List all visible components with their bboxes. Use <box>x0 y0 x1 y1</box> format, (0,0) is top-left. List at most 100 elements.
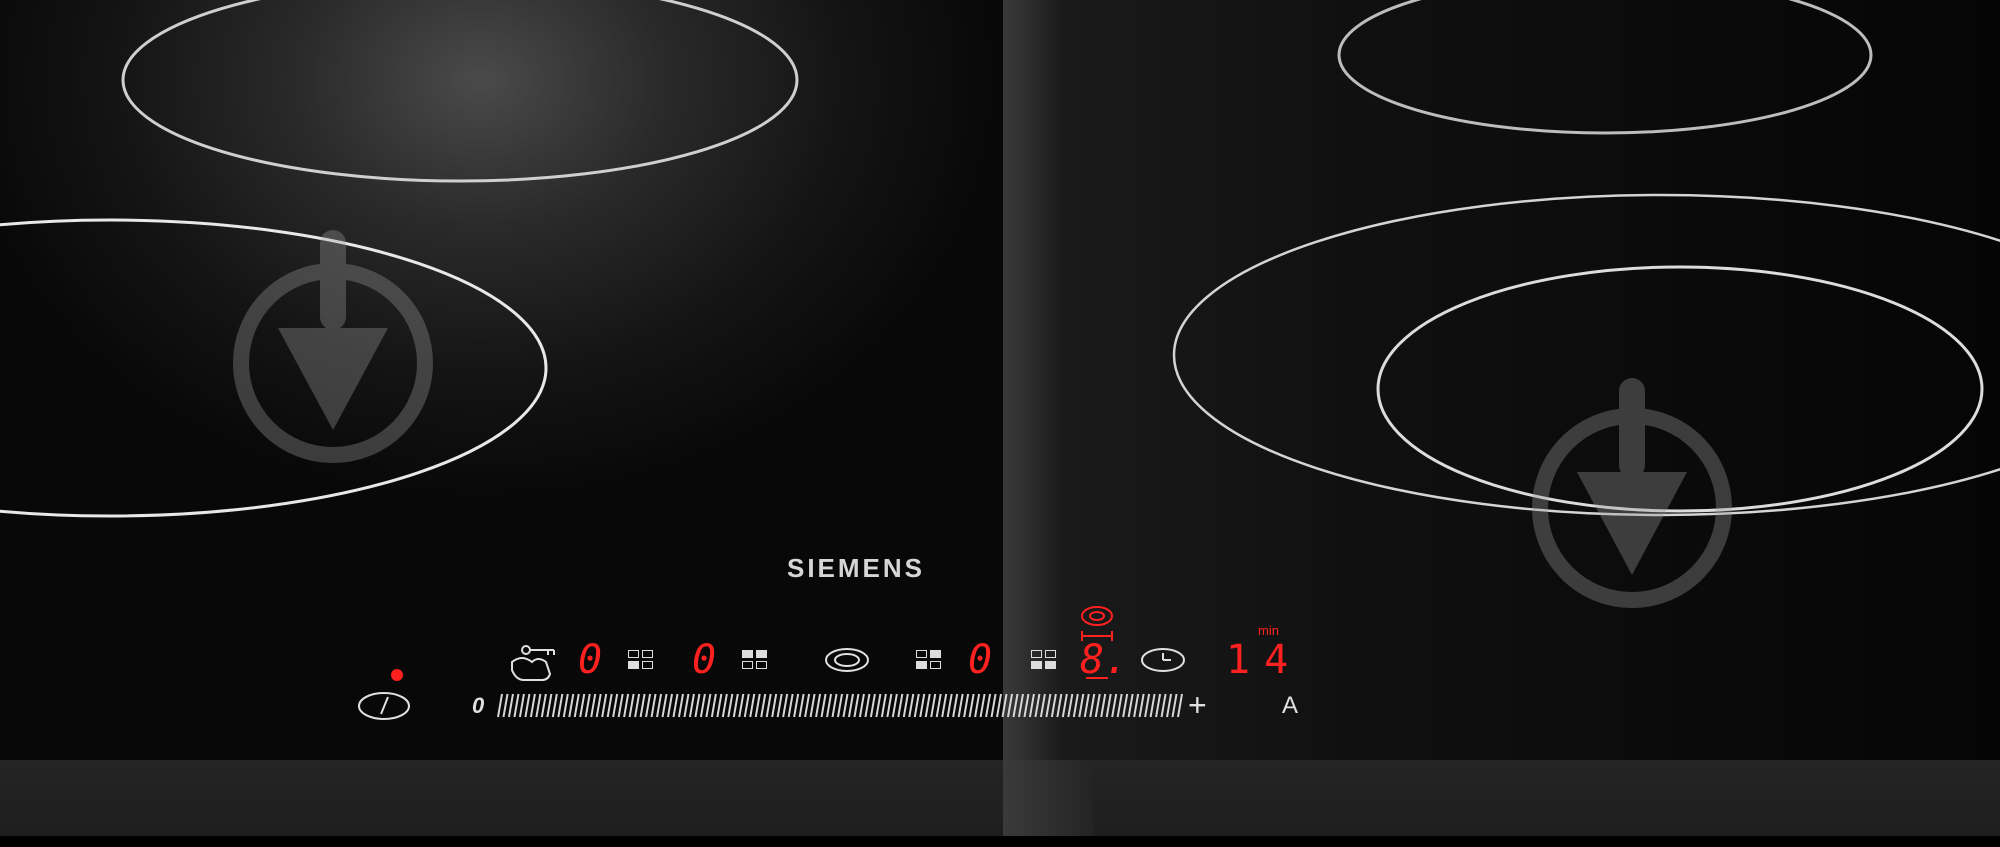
slider-tick <box>837 693 843 718</box>
slider-tick <box>798 693 805 718</box>
slider-tick <box>1001 693 1008 718</box>
cooking-zone-bottom-right-outer[interactable] <box>1172 193 2000 517</box>
slider-tick <box>1094 693 1101 718</box>
power-slider[interactable] <box>497 693 1183 718</box>
slider-tick <box>1039 693 1046 718</box>
ring-select-icon[interactable] <box>825 648 869 672</box>
slider-tick <box>497 693 503 718</box>
slider-tick <box>743 693 750 718</box>
cooking-zone-top-left[interactable] <box>121 0 799 183</box>
slider-tick <box>1127 693 1134 718</box>
slider-tick <box>941 693 948 718</box>
watermark-icon-left <box>233 230 433 463</box>
cooking-zone-bottom-left[interactable] <box>0 218 548 518</box>
slider-tick <box>1067 693 1074 718</box>
slider-tick <box>628 693 635 718</box>
slider-tick <box>1116 693 1123 718</box>
slider-tick <box>721 693 728 718</box>
slider-tick <box>820 693 827 718</box>
slider-tick <box>776 693 783 718</box>
slider-tick <box>590 693 597 718</box>
slider-tick <box>897 693 904 718</box>
slider-tick <box>579 693 586 718</box>
slider-tick <box>1105 693 1112 718</box>
slider-tick <box>935 693 942 718</box>
slider-tick <box>1111 693 1118 718</box>
brand-logo: SIEMENS <box>786 553 926 583</box>
slider-tick <box>1138 693 1145 718</box>
slider-plus-button[interactable]: + <box>1188 687 1207 724</box>
slider-tick <box>869 693 876 718</box>
slider-tick <box>875 693 882 718</box>
slider-tick <box>694 693 701 718</box>
slider-tick <box>1023 693 1030 718</box>
slider-tick <box>595 693 602 718</box>
slider-tick <box>584 693 591 718</box>
slider-tick <box>623 693 630 718</box>
clock-icon[interactable] <box>1141 648 1185 672</box>
cooktop-edge <box>0 836 2000 847</box>
slider-tick <box>601 693 608 718</box>
slider-tick <box>968 693 975 718</box>
slider-tick <box>705 693 712 718</box>
slider-tick <box>1072 693 1079 718</box>
cooktop-frame <box>0 760 2000 840</box>
slider-tick <box>667 693 673 718</box>
slider-tick <box>787 693 794 718</box>
slider-tick <box>699 693 706 718</box>
slider-tick <box>540 693 547 718</box>
child-lock-icon[interactable] <box>511 645 555 681</box>
slider-tick <box>1056 693 1063 718</box>
slider-tick <box>639 693 646 718</box>
slider-tick <box>1061 693 1068 718</box>
auto-button[interactable]: A <box>1282 692 1298 720</box>
slider-tick <box>985 693 992 718</box>
power-icon[interactable] <box>358 692 410 720</box>
slider-tick <box>809 693 816 718</box>
slider-tick <box>727 693 734 718</box>
slider-tick <box>957 693 964 718</box>
slider-tick <box>771 693 778 718</box>
slider-tick <box>864 693 871 718</box>
slider-tick <box>1149 693 1156 718</box>
slider-tick <box>656 693 663 718</box>
slider-tick <box>815 693 822 718</box>
slider-tick <box>1100 693 1107 718</box>
slider-tick <box>886 693 893 718</box>
slider-tick <box>858 693 865 718</box>
slider-tick <box>1083 693 1090 718</box>
slider-tick <box>1144 693 1151 718</box>
slider-tick <box>1012 693 1019 718</box>
slider-tick <box>1133 693 1140 718</box>
slider-tick <box>793 693 800 718</box>
slider-tick <box>1089 693 1096 718</box>
zone-level-display-2: 0 <box>692 637 717 683</box>
slider-tick <box>847 693 854 718</box>
slider-tick <box>1028 693 1035 718</box>
cooking-zone-top-right[interactable] <box>1337 0 1873 135</box>
slider-tick <box>513 693 520 718</box>
timer-unit-label: min <box>1258 623 1279 638</box>
slider-tick <box>738 693 745 718</box>
slider-tick <box>908 693 915 718</box>
slider-tick <box>749 693 756 718</box>
slider-tick <box>617 693 624 718</box>
zone-level-display-4: 8. <box>1080 637 1129 683</box>
slider-tick <box>1160 693 1167 718</box>
slider-tick <box>524 693 531 718</box>
slider-tick <box>782 693 789 718</box>
slider-tick <box>688 693 695 718</box>
slider-min-label: 0 <box>472 693 485 718</box>
slider-tick <box>963 693 970 718</box>
zone-level-display-1: 0 <box>578 637 603 683</box>
slider-tick <box>710 693 717 718</box>
slider-tick <box>546 693 553 718</box>
slider-tick <box>1166 693 1173 718</box>
slider-tick <box>612 693 619 718</box>
slider-tick <box>826 693 833 718</box>
slider-tick <box>568 693 575 718</box>
slider-tick <box>919 693 926 718</box>
cooking-zones <box>0 0 2000 720</box>
hot-indicator-icon <box>391 669 403 681</box>
slider-tick <box>557 693 564 718</box>
